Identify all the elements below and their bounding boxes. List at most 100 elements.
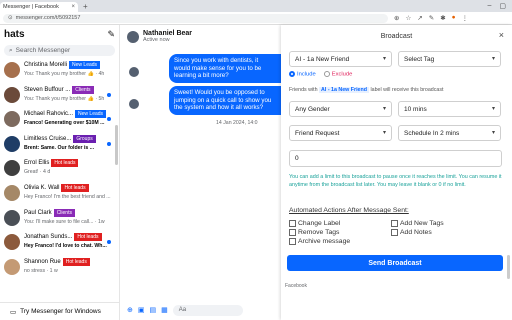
label-select[interactable]: AI - 1a New Friend ▾ [289, 51, 392, 67]
chat-list-item[interactable]: Limitless Cruise... Groups Brent: Same. Ou… [0, 133, 119, 158]
checkbox-label: Change Label [298, 220, 341, 227]
chat-list-item[interactable]: Christina Morelli New Leads You: Thank you… [0, 59, 119, 84]
receive-summary: Friends with AI - 1a New Friend label wi… [289, 87, 443, 93]
chat-name: Jonathan Sunds... [24, 234, 73, 241]
panel-title: Broadcast × [281, 25, 512, 47]
gif-icon[interactable]: ▦ [161, 306, 168, 314]
message-bubble[interactable]: Sweet! Would you be opposed to jumping o… [169, 86, 281, 115]
scrollbar[interactable] [507, 255, 510, 279]
image-icon[interactable]: ▣ [138, 306, 145, 314]
remove-tags-checkbox[interactable]: Remove Tags [289, 229, 339, 236]
interval-select-value: 10 mins [404, 105, 427, 113]
receive-prefix: Friends with [289, 87, 318, 93]
avatar [4, 184, 20, 201]
send-broadcast-button[interactable]: Send Broadcast [287, 255, 503, 271]
plus-icon[interactable]: ⊕ [127, 306, 133, 314]
menu-icon[interactable]: ⋮ [462, 14, 469, 22]
chat-name: Shannon Rue [24, 258, 61, 265]
chevron-down-icon: ▾ [382, 106, 386, 112]
chevron-down-icon: ▾ [382, 130, 386, 136]
chat-label-badge: Clients [53, 208, 75, 217]
chat-list-item[interactable]: Paul Clark Clients You: I'll make sure to … [0, 207, 119, 232]
chat-name: Christina Morelli [24, 62, 68, 68]
address-bar: ⊙ messenger.com/t/5092157 ⊕ ☆ ↗ ✎ ✱ ● ⋮ [0, 12, 512, 25]
site-info-icon[interactable]: ⊙ [8, 15, 13, 21]
chat-last-message: Hey Franco! I'm the best friend and ... [24, 193, 111, 200]
avatar [4, 160, 20, 177]
puzzle-icon[interactable]: ✱ [440, 14, 445, 22]
schedule-select[interactable]: Schedule In 2 mins ▾ [398, 125, 501, 141]
tag-select[interactable]: Select Tag ▾ [398, 51, 501, 67]
chat-label-badge: New Leads [69, 61, 101, 69]
panel-footer-text: Facebook [285, 283, 307, 289]
chat-label-badge: Hot leads [61, 183, 89, 192]
star-icon[interactable]: ☆ [405, 14, 411, 22]
chevron-down-icon: ▾ [491, 130, 495, 136]
chat-list-item[interactable]: Steven Buffour ... Clients You: Thank you … [0, 84, 119, 109]
broadcast-title: Broadcast [380, 32, 413, 40]
contact-status: Active now [143, 36, 170, 43]
new-tab-icon[interactable]: + [83, 2, 88, 11]
conversation-header[interactable]: Nathaniel Bear Active now [121, 25, 281, 47]
windows-icon: ▭ [10, 308, 17, 316]
include-label: Include [297, 71, 316, 78]
add-notes-checkbox[interactable]: Add Notes [391, 229, 432, 236]
avatar [129, 67, 139, 77]
chat-label-badge: Hot leads [74, 233, 102, 242]
pen-icon[interactable]: ✎ [429, 14, 434, 22]
chat-list-item[interactable]: Shannon Rue Hot leads no stress · 1 w [0, 256, 119, 281]
browser-tabbar: Messenger | Facebook × + – ▢ [0, 0, 512, 12]
download-app-link[interactable]: ▭ Try Messenger for Windows [0, 302, 120, 320]
browser-tab[interactable]: Messenger | Facebook × [0, 2, 78, 12]
exclude-label: Exclude [331, 71, 353, 78]
avatar [4, 209, 20, 226]
chat-last-message: Great! · 4 d [24, 169, 51, 176]
avatar[interactable] [127, 30, 139, 43]
gender-select-value: Any Gender [295, 105, 330, 113]
chat-list-item[interactable]: Michael Rahovic... New Leads Franco! Gener… [0, 108, 119, 133]
search-icon: ⌕ [9, 46, 13, 54]
chat-list-item[interactable]: Errol Ellis Hot leads Great! · 4 d [0, 157, 119, 182]
zoom-icon[interactable]: ⊕ [394, 14, 399, 22]
include-radio[interactable]: Include [289, 71, 316, 78]
minimize-icon[interactable]: – [487, 2, 491, 10]
chat-list-item[interactable]: Olivia K. Wall Hot leads Hey Franco! I'm t… [0, 182, 119, 207]
broadcast-panel: Broadcast × AI - 1a New Friend ▾ Select … [281, 25, 512, 320]
close-icon[interactable]: × [499, 30, 504, 40]
chat-label-badge: Clients [72, 85, 94, 94]
type-select-value: Friend Request [295, 129, 340, 137]
change-label-checkbox[interactable]: Change Label [289, 220, 340, 227]
firefox-icon[interactable]: ● [452, 14, 456, 22]
maximize-icon[interactable]: ▢ [499, 2, 506, 10]
chat-last-message: Hey Franco! I'd love to chat. Wh... [24, 243, 107, 250]
chat-last-message: You: Thank you my brother 👍 · 5h [24, 95, 105, 102]
close-icon[interactable]: × [71, 4, 75, 10]
unread-dot [107, 141, 111, 146]
chat-sidebar: hats ✎ ⌕ Search Messenger Christina More… [0, 25, 120, 320]
url-field[interactable]: ⊙ messenger.com/t/5092157 [3, 13, 388, 23]
chat-name: Michael Rahovic... [24, 111, 74, 118]
add-tags-checkbox[interactable]: Add New Tags [391, 220, 444, 227]
type-select[interactable]: Friend Request ▾ [289, 125, 392, 141]
compose-icon[interactable]: ✎ [107, 29, 115, 40]
gender-select[interactable]: Any Gender ▾ [289, 101, 392, 117]
exclude-radio[interactable]: Exclude [323, 71, 353, 78]
schedule-select-value: Schedule In 2 mins [404, 129, 460, 137]
message-placeholder: Aa [178, 307, 187, 313]
avatar [4, 234, 20, 251]
interval-select[interactable]: 10 mins ▾ [398, 101, 501, 117]
label-select-value: AI - 1a New Friend [295, 55, 350, 63]
message-input[interactable]: Aa [172, 304, 243, 316]
message-bubble[interactable]: Since you work with dentists, it would m… [169, 54, 281, 83]
search-input[interactable]: ⌕ Search Messenger [4, 45, 115, 56]
archive-checkbox[interactable]: Archive message [289, 238, 350, 245]
chat-last-message: Franco! Generating over $10M ... [24, 120, 105, 127]
extension-icon[interactable]: ↗ [417, 14, 422, 22]
composer: ⊕ ▣ ▤ ▦ Aa [121, 300, 281, 320]
chat-list-item[interactable]: Jonathan Sunds... Hot leads Hey Franco! I'… [0, 231, 119, 256]
limit-input[interactable]: 0 [289, 150, 502, 167]
chat-name: Paul Clark [24, 209, 52, 216]
avatar [4, 135, 20, 152]
sticker-icon[interactable]: ▤ [150, 306, 157, 314]
scrollbar[interactable] [115, 125, 118, 165]
